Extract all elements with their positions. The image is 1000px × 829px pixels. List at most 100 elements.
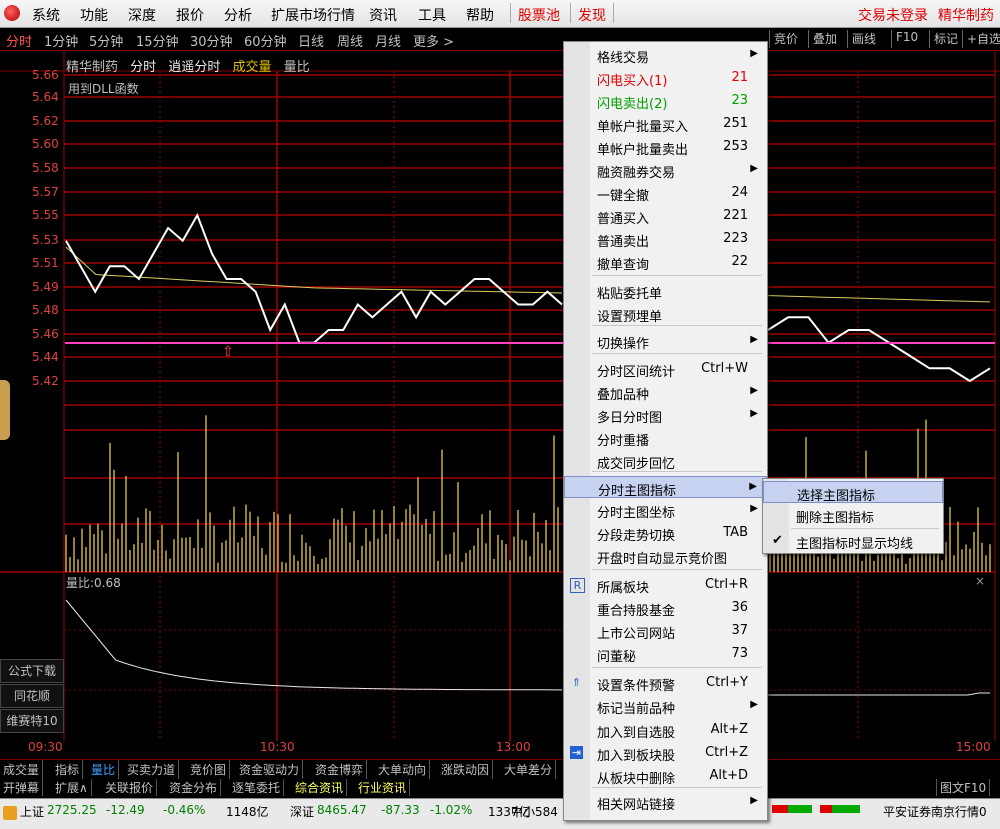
tab-big-order[interactable]: 大单动向 <box>375 760 431 780</box>
menu-item-28[interactable]: 加入到自选股 Alt+Z <box>564 719 767 741</box>
menu-item-17[interactable]: 成交同步回忆 <box>564 450 767 472</box>
period-60min[interactable]: 60分钟 <box>244 31 287 50</box>
status-menu-icon[interactable] <box>3 806 17 820</box>
menu-item-26[interactable]: ⇑ 设置条件预警 Ctrl+Y <box>564 672 767 694</box>
tab-indicator[interactable]: 指标 <box>52 760 84 780</box>
menu-item-5[interactable]: 融资融券交易 ▶ <box>564 159 767 181</box>
tab-change-cause[interactable]: 涨跌动因 <box>438 760 494 780</box>
menu-item-6[interactable]: 一键全撤 24 <box>564 182 767 204</box>
tab-big-order-diff[interactable]: 大单差分 <box>501 760 557 780</box>
menu-item-25[interactable]: 问董秘 73 <box>564 643 767 665</box>
menu-item-16[interactable]: 分时重播 <box>564 427 767 449</box>
sme-index-label[interactable]: 中小584 <box>511 803 558 820</box>
menu-help[interactable]: 帮助 <box>466 5 494 25</box>
tab-auction-chart[interactable]: 竞价图 <box>187 760 231 780</box>
formula-download-button[interactable]: 公式下载 <box>0 659 64 683</box>
chart-ratio-label[interactable]: 量比 <box>284 60 310 75</box>
left-panel-toggle-icon[interactable] <box>0 380 10 440</box>
average-price-line-end <box>767 295 991 303</box>
close-icon[interactable]: × <box>975 574 985 588</box>
draw-line-button[interactable]: 画线 <box>847 30 876 48</box>
tab-expand[interactable]: 扩展∧ <box>52 779 92 796</box>
menu-item-0[interactable]: 格线交易 ▶ <box>564 44 767 66</box>
tab-danmaku[interactable]: 开弹幕 <box>0 779 44 796</box>
menu-ext-market[interactable]: 扩展市场行情 <box>271 5 355 25</box>
menu-item-12[interactable]: 切换操作 ▶ <box>564 330 767 352</box>
tab-volume-ratio[interactable]: 量比 <box>88 760 120 780</box>
menu-item-7[interactable]: 普通买入 221 <box>564 205 767 227</box>
sh-index-pct: -0.46% <box>163 803 206 817</box>
vestar-button[interactable]: 维赛特10 <box>0 709 64 733</box>
tab-industry-news[interactable]: 行业资讯 <box>355 779 411 796</box>
menu-item-3[interactable]: 单帐户批量买入 251 <box>564 113 767 135</box>
alert-icon: ⇑ <box>571 676 582 689</box>
tab-related-quote[interactable]: 关联报价 <box>102 779 158 796</box>
menu-item-27[interactable]: 标记当前品种 ▶ <box>564 695 767 717</box>
menu-analysis[interactable]: 分析 <box>224 5 252 25</box>
menu-item-31[interactable]: 相关网站链接 ▶ <box>564 791 767 813</box>
chart-volume-label[interactable]: 成交量 <box>232 60 271 75</box>
menu-item-8[interactable]: 普通卖出 223 <box>564 228 767 250</box>
period-weekly[interactable]: 周线 <box>337 31 363 50</box>
tonghuashun-button[interactable]: 同花顺 <box>0 684 64 708</box>
menu-item-29[interactable]: ⇥ 加入到板块股 Ctrl+Z <box>564 742 767 764</box>
trade-login-status[interactable]: 交易未登录 <box>858 5 928 25</box>
menu-item-18[interactable]: 分时主图指标 ▶ <box>564 476 767 499</box>
menu-item-1[interactable]: 闪电买入(1) 21 <box>564 67 767 89</box>
indicator-tabs: 成交量 指标 量比 买卖力道 竞价图 资金驱动力 资金博弈 大单动向 涨跌动因 … <box>0 759 1000 780</box>
menu-item-10[interactable]: 粘贴委托单 <box>564 280 767 302</box>
select-main-indicator[interactable]: 选择主图指标 <box>763 481 943 504</box>
menu-function[interactable]: 功能 <box>80 5 108 25</box>
menu-item-21[interactable]: 开盘时自动显示竞价图 <box>564 545 767 567</box>
menu-system[interactable]: 系统 <box>32 5 60 25</box>
delete-main-indicator[interactable]: 删除主图指标 <box>763 504 943 526</box>
auction-button[interactable]: 竞价 <box>769 30 798 48</box>
menu-item-13[interactable]: 分时区间统计 Ctrl+W <box>564 358 767 380</box>
tab-fund-game[interactable]: 资金博弈 <box>312 760 368 780</box>
sz-index-label[interactable]: 深证 <box>290 803 314 820</box>
chart-window[interactable]: 逍遥分时 <box>168 60 220 75</box>
mark-button[interactable]: 标记 <box>929 30 958 48</box>
menu-item-30[interactable]: 从板块中删除 Alt+D <box>564 765 767 787</box>
tab-volume[interactable]: 成交量 <box>0 760 44 780</box>
price-tick-label: 5.60 <box>32 137 59 151</box>
period-1min[interactable]: 1分钟 <box>44 31 78 50</box>
tab-buy-sell-power[interactable]: 买卖力道 <box>124 760 180 780</box>
discover-button[interactable]: 发现 <box>578 5 606 25</box>
menu-item-22[interactable]: R 所属板块 Ctrl+R <box>564 574 767 596</box>
menu-quote[interactable]: 报价 <box>176 5 204 25</box>
tab-general-news[interactable]: 综合资讯 <box>292 779 348 796</box>
menu-item-4[interactable]: 单帐户批量卖出 253 <box>564 136 767 158</box>
f10-button[interactable]: F10 <box>891 30 918 48</box>
menu-item-11[interactable]: 设置预埋单 <box>564 303 767 325</box>
sh-index-label[interactable]: 上证 <box>20 803 44 820</box>
period-monthly[interactable]: 月线 <box>375 31 401 50</box>
menu-item-19[interactable]: 分时主图坐标 ▶ <box>564 499 767 521</box>
menu-tools[interactable]: 工具 <box>418 5 446 25</box>
menu-item-23[interactable]: 重合持股基金 36 <box>564 597 767 619</box>
intraday-chart[interactable]: ⇧ <box>0 51 1000 741</box>
menu-item-9[interactable]: 撤单查询 22 <box>564 251 767 273</box>
menu-depth[interactable]: 深度 <box>128 5 156 25</box>
period-15min[interactable]: 15分钟 <box>136 31 179 50</box>
menu-news[interactable]: 资讯 <box>369 5 397 25</box>
overlay-button[interactable]: 叠加 <box>808 30 837 48</box>
menu-item-14[interactable]: 叠加品种 ▶ <box>564 381 767 403</box>
menu-item-2[interactable]: 闪电卖出(2) 23 <box>564 90 767 112</box>
show-average-with-indicator[interactable]: ✔ 主图指标时显示均线 <box>763 530 943 552</box>
stock-pool-button[interactable]: 股票池 <box>518 5 560 25</box>
menu-item-24[interactable]: 上市公司网站 37 <box>564 620 767 642</box>
period-daily[interactable]: 日线 <box>298 31 324 50</box>
period-5min[interactable]: 5分钟 <box>89 31 123 50</box>
menu-item-20[interactable]: 分段走势切换 TAB <box>564 522 767 544</box>
period-more[interactable]: 更多 > <box>413 31 454 50</box>
menu-item-15[interactable]: 多日分时图 ▶ <box>564 404 767 426</box>
menu-item-label: 粘贴委托单 <box>597 287 663 302</box>
tab-order-by-order[interactable]: 逐笔委托 <box>229 779 285 796</box>
tab-f10-graphic[interactable]: 图文F10 <box>936 779 991 796</box>
period-30min[interactable]: 30分钟 <box>190 31 233 50</box>
tab-fund-drive[interactable]: 资金驱动力 <box>236 760 304 780</box>
add-watchlist-button[interactable]: +自选 <box>962 30 1000 48</box>
period-intraday[interactable]: 分时 <box>6 31 32 50</box>
tab-fund-distribution[interactable]: 资金分布 <box>166 779 222 796</box>
